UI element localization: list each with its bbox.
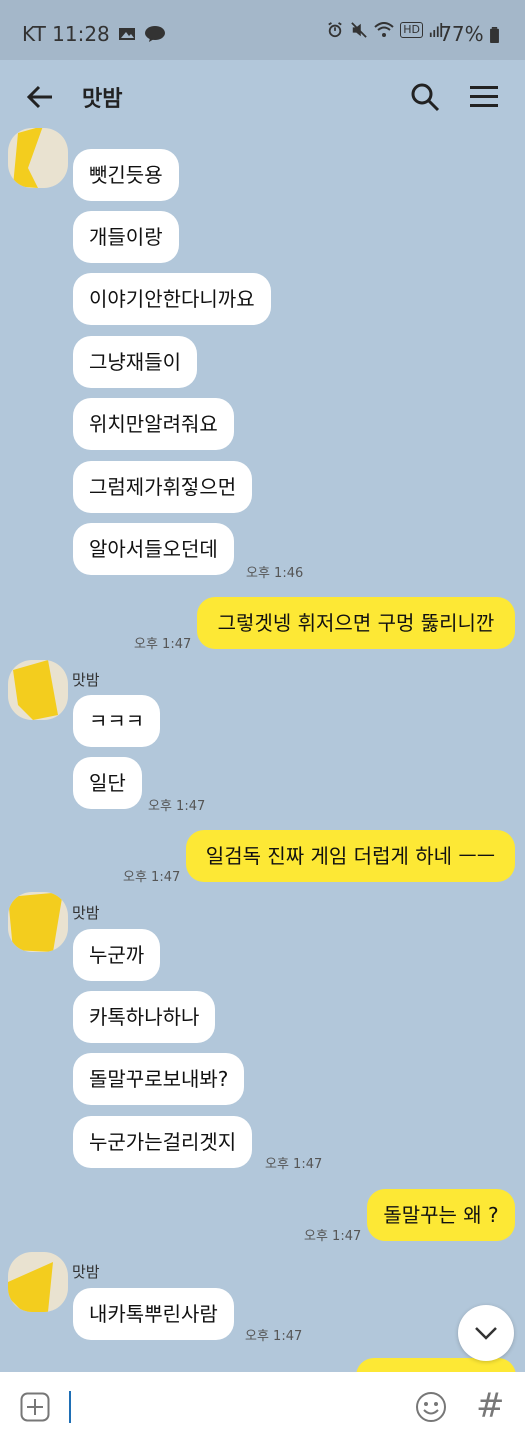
plus-box-icon[interactable] (20, 1392, 50, 1422)
chat-title: 맛밤 (82, 87, 123, 112)
sender-name: 맛밤 (72, 671, 100, 689)
smiley-icon[interactable] (415, 1391, 447, 1423)
message-time: 오후 1:47 (265, 1157, 323, 1172)
message-bubble[interactable]: 뺏긴듯용 (73, 149, 179, 201)
message-time: 오후 1:46 (246, 566, 304, 581)
avatar[interactable] (8, 1252, 68, 1312)
message-bubble[interactable]: 그럼제가휘젛으먼 (73, 461, 253, 513)
search-icon[interactable] (410, 82, 440, 112)
chat-header: 맛밤 (0, 60, 525, 132)
status-left: KT 11:28 (22, 22, 166, 46)
message-input-bar: # (0, 1372, 525, 1440)
arrow-left-icon[interactable] (24, 82, 56, 112)
sender-name: 맛밤 (72, 1263, 100, 1281)
battery-icon (490, 27, 499, 43)
message-bubble[interactable]: 카톡하나하나 (73, 991, 216, 1043)
message-bubble-outgoing[interactable]: 일검독 진짜 게임 더럽게 하네 ㅡㅡ (186, 830, 515, 882)
message-time: 오후 1:47 (123, 870, 181, 885)
hd-badge: HD (400, 22, 423, 38)
message-time: 오후 1:47 (245, 1329, 303, 1344)
message-time: 오후 1:47 (134, 637, 192, 652)
talk-icon (144, 26, 165, 42)
carrier-time: KT 11:28 (22, 22, 110, 46)
message-bubble[interactable]: ㅋㅋㅋ (73, 695, 161, 747)
message-bubble[interactable]: 그냥재들이 (73, 336, 197, 388)
mute-icon (351, 22, 367, 38)
message-bubble[interactable]: 개들이랑 (73, 211, 179, 263)
scribble-icon (13, 660, 58, 720)
avatar[interactable] (8, 892, 68, 952)
message-time: 오후 1:47 (148, 799, 206, 814)
alarm-icon (328, 22, 342, 38)
message-bubble[interactable]: 알아서들오던데 (73, 523, 234, 575)
message-bubble[interactable]: 일단 (73, 757, 142, 809)
message-bubble[interactable]: 돌말꾸로보내봐? (73, 1053, 245, 1105)
wifi-icon (374, 22, 394, 37)
gallery-icon (118, 28, 135, 40)
message-bubble-outgoing[interactable]: 그렇겟넹 휘저으면 구멍 뚫리니깐 (197, 597, 515, 649)
message-bubble[interactable]: 누군까 (73, 929, 161, 981)
message-bubble-outgoing[interactable]: 돌말꾸는 왜 ? (367, 1189, 515, 1241)
message-bubble[interactable]: 위치만알려줘요 (73, 398, 234, 450)
avatar[interactable] (8, 128, 68, 188)
hamburger-menu-icon[interactable] (470, 84, 498, 110)
scribble-icon (8, 1262, 53, 1312)
scroll-to-bottom-button[interactable] (458, 1305, 514, 1361)
message-bubble[interactable]: 누군가는걸리겟지 (73, 1116, 253, 1168)
status-bar: KT 11:28 HD 77% (0, 0, 525, 60)
message-bubble[interactable]: 내카톡뿌린사람 (73, 1288, 234, 1340)
sender-name: 맛밤 (72, 904, 100, 922)
scribble-icon (13, 128, 43, 188)
message-time: 오후 1:47 (304, 1229, 362, 1244)
avatar[interactable] (8, 660, 68, 720)
chevron-down-icon (475, 1327, 497, 1340)
battery-percent: 77% (439, 22, 499, 46)
message-bubble[interactable]: 이야기안한다니까요 (73, 273, 271, 325)
scribble-icon (8, 892, 63, 952)
status-right: HD (326, 22, 443, 38)
hash-icon[interactable]: # (476, 1388, 505, 1424)
message-input-field[interactable] (69, 1391, 71, 1423)
battery-percent-text: 77% (439, 22, 484, 46)
